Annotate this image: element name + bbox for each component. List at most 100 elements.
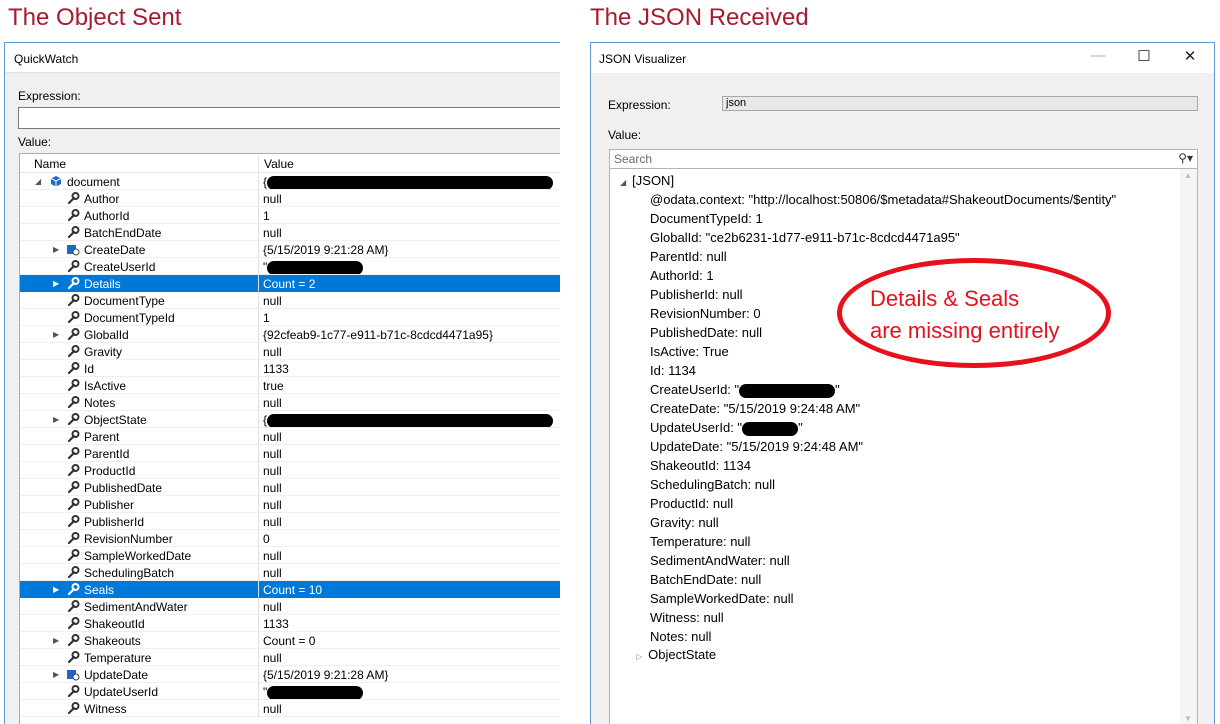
expand-icon[interactable]: ▶ [53,415,59,424]
wrench-property-icon [67,209,80,222]
collapse-icon[interactable]: ◢ [35,177,41,186]
table-row-document[interactable]: ◢ document { [20,173,560,190]
table-row[interactable]: Id 1133 [20,360,560,377]
wrench-property-icon [67,277,80,290]
expand-icon[interactable]: ▶ [53,585,59,594]
json-line[interactable]: BatchEndDate: null [650,572,1116,591]
json-line[interactable]: SchedulingBatch: null [650,477,1116,496]
table-row[interactable]: Publisher null [20,496,560,513]
table-row[interactable]: ▶ Seals Count = 10 [20,581,560,598]
table-row[interactable]: ProductId null [20,462,560,479]
wrench-property-icon [67,566,80,579]
table-row[interactable]: ▶ GlobalId {92cfeab9-1c77-e911-b71c-8cdcd4… [20,326,560,343]
redaction-bar [267,685,364,699]
table-row[interactable]: ▶ Shakeouts Count = 0 [20,632,560,649]
table-row[interactable]: Notes null [20,394,560,411]
expand-icon[interactable]: ▶ [53,245,59,254]
wrench-property-icon [67,328,80,341]
table-row[interactable]: PublisherId null [20,513,560,530]
expand-icon[interactable]: ▶ [53,670,59,679]
expression-input[interactable] [18,107,560,129]
expand-icon[interactable]: ▶ [53,279,59,288]
row-value: null [263,192,282,206]
table-row[interactable]: SampleWorkedDate null [20,547,560,564]
table-row[interactable]: IsActive true [20,377,560,394]
table-row[interactable]: SchedulingBatch null [20,564,560,581]
scroll-up-icon[interactable]: ▲ [1184,171,1192,180]
table-row[interactable]: Gravity null [20,343,560,360]
expand-icon[interactable]: ▷ [636,652,642,661]
table-row[interactable]: PublishedDate null [20,479,560,496]
json-line-text: SchedulingBatch: null [650,477,776,492]
json-line[interactable]: GlobalId: "ce2b6231-1d77-e911-b71c-8cdcd… [650,230,1116,249]
vertical-scrollbar[interactable]: ▲ ▼ [1180,169,1197,724]
wrench-property-icon [67,464,80,477]
wrench-property-icon [67,651,80,664]
json-line[interactable]: ProductId: null [650,496,1116,515]
text-visualizer-icon[interactable]: ⚲▾ [559,684,560,697]
table-row[interactable]: SedimentAndWater null [20,598,560,615]
table-row[interactable]: Witness null [20,700,560,717]
json-line[interactable]: Notes: null [650,629,1116,648]
json-line[interactable]: Gravity: null [650,515,1116,534]
maximize-icon[interactable]: ☐ [1126,47,1162,69]
table-row[interactable]: ShakeoutId 1133 [20,615,560,632]
expand-icon[interactable]: ▶ [53,636,59,645]
table-row[interactable]: UpdateUserId"⚲▾ [20,683,560,700]
json-line[interactable]: SampleWorkedDate: null [650,591,1116,610]
minimize-icon[interactable]: — [1080,47,1116,69]
json-line[interactable]: @odata.context: "http://localhost:50806/… [650,192,1116,211]
json-line[interactable]: CreateDate: "5/15/2019 9:24:48 AM" [650,401,1116,420]
table-row[interactable]: ▶ Details Count = 2 [20,275,560,292]
tree-node-label: ObjectState [648,647,717,662]
table-row[interactable]: RevisionNumber 0 [20,530,560,547]
json-line[interactable]: UpdateUserId: " " [650,420,1116,439]
table-row[interactable]: ▶ UpdateDate {5/15/2019 9:21:28 AM} [20,666,560,683]
table-row[interactable]: Author null [20,190,560,207]
json-line-text: SampleWorkedDate: null [650,591,794,606]
json-line[interactable]: Witness: null [650,610,1116,629]
text-visualizer-icon[interactable]: ⚲▾ [559,259,560,272]
search-input[interactable]: Search ⚲▾ [609,149,1198,169]
search-icon[interactable]: ⚲▾ [1178,151,1193,165]
row-value: Count = 2 [263,277,316,291]
table-row[interactable]: Temperature null [20,649,560,666]
quickwatch-window: QuickWatch Expression: Value: Name Value… [4,42,560,724]
expand-icon[interactable]: ▶ [53,330,59,339]
json-line[interactable]: ShakeoutId: 1134 [650,458,1116,477]
table-row[interactable]: DocumentType null [20,292,560,309]
row-name: SedimentAndWater [84,600,188,614]
row-name: GlobalId [84,328,129,342]
row-name: Publisher [84,498,135,512]
visualizer-expression-field[interactable]: json [722,96,1198,111]
json-line[interactable]: UpdateDate: "5/15/2019 9:24:48 AM" [650,439,1116,458]
table-row[interactable]: DocumentTypeId 1 [20,309,560,326]
row-name: Seals [84,583,115,597]
close-icon[interactable]: ✕ [1172,47,1208,69]
json-line-text: Id: 1134 [650,363,697,378]
row-name: document [67,175,120,189]
scroll-down-icon[interactable]: ▼ [1184,714,1192,723]
column-header-name[interactable]: Name [20,154,259,172]
tree-node-objectstate[interactable]: ▷ ObjectState [636,647,716,662]
json-line[interactable]: Temperature: null [650,534,1116,553]
json-line-text: SedimentAndWater: null [650,553,790,568]
json-line[interactable]: CreateUserId: " " [650,382,1116,401]
json-line[interactable]: Id: 1134 [650,363,1116,382]
json-line[interactable]: DocumentTypeId: 1 [650,211,1116,230]
table-row[interactable]: BatchEndDate null [20,224,560,241]
column-header-value[interactable]: Value [259,154,560,172]
row-name: IsActive [84,379,127,393]
table-row[interactable]: CreateUserId"⚲▾ [20,258,560,275]
table-row[interactable]: ▶ ObjectState{ [20,411,560,428]
row-name: Shakeouts [84,634,141,648]
json-line[interactable]: SedimentAndWater: null [650,553,1116,572]
table-row[interactable]: ▶ CreateDate {5/15/2019 9:21:28 AM} [20,241,560,258]
tree-root[interactable]: ◢ [JSON] [620,173,674,188]
row-value: {92cfeab9-1c77-e911-b71c-8cdcd4471a95} [263,328,493,342]
table-row[interactable]: ParentId null [20,445,560,462]
table-row[interactable]: AuthorId 1 [20,207,560,224]
collapse-icon[interactable]: ◢ [620,178,626,187]
json-line[interactable]: ParentId: null [650,249,1116,268]
table-row[interactable]: Parent null [20,428,560,445]
